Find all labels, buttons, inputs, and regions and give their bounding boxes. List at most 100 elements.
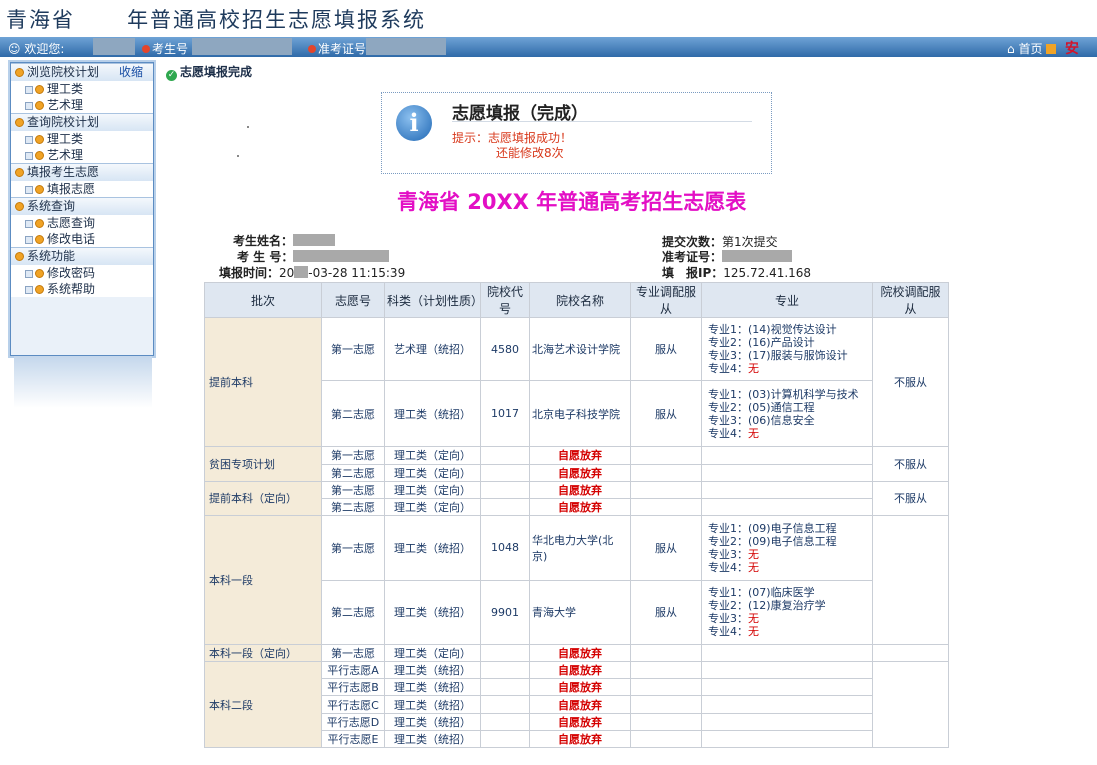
order-cell: 第一志愿 (321, 446, 385, 465)
sidebar-group-system-query[interactable]: 系统查询 (11, 197, 153, 215)
major-obey-cell: 服从 (630, 317, 702, 381)
school-name-cell: 青海大学 (529, 579, 631, 646)
sidebar-item-change-password[interactable]: 修改密码 (11, 265, 153, 281)
sidebar-item-query-science[interactable]: 理工类 (11, 131, 153, 147)
batch-cell: 本科一段 (204, 514, 322, 646)
school-obey-cell (872, 661, 949, 748)
student-name: 考生姓名： (233, 232, 336, 249)
category-cell: 理工类（定向） (384, 644, 481, 663)
sidebar-item-browse-art[interactable]: 艺术理 (11, 97, 153, 113)
school-code-cell: 1017 (480, 379, 530, 448)
category-cell: 艺术理（统招） (384, 317, 481, 381)
school-name-cell: 自愿放弃 (529, 480, 631, 499)
order-cell: 平行志愿D (321, 712, 385, 731)
batch-cell: 贫困专项计划 (204, 446, 322, 482)
submit-time: 填报时间：20 -03-28 11:15:39 (219, 266, 406, 280)
sidebar-item-change-phone[interactable]: 修改电话 (11, 231, 153, 247)
sidebar-item-browse-science[interactable]: 理工类 (11, 81, 153, 97)
sidebar-item-query-art[interactable]: 艺术理 (11, 147, 153, 163)
item-icon (35, 269, 44, 278)
table-row: 本科一段 第一志愿 理工类（统招） 1048 华北电力大学(北京) 服从 专业1… (204, 514, 949, 646)
redacted-user (93, 38, 135, 55)
ticket-no: 准考证号： (662, 248, 793, 265)
collapse-link[interactable]: 收缩 (119, 64, 143, 81)
major-cell (701, 678, 873, 697)
batch-cell: 提前本科（定向） (204, 480, 322, 516)
category-cell: 理工类（统招） (384, 678, 481, 697)
order-cell: 第一志愿 (321, 317, 385, 381)
expand-icon (25, 236, 33, 244)
major-obey-cell (630, 463, 702, 482)
school-obey-cell: 不服从 (872, 480, 949, 516)
table-header-row: 批次 志愿号 科类（计划性质） 院校代号 院校名称 专业调配服从 专业 院校调配… (204, 281, 949, 319)
major-obey-cell (630, 712, 702, 731)
order-cell: 第一志愿 (321, 514, 385, 581)
sidebar-group-system[interactable]: 系统功能 (11, 247, 153, 265)
school-name-cell: 自愿放弃 (529, 678, 631, 697)
order-cell: 平行志愿B (321, 678, 385, 697)
table-row: 提前本科 第一志愿 艺术理（统招） 4580 北海艺术设计学院 服从 专业1：(… (204, 317, 949, 448)
school-name-cell: 自愿放弃 (529, 644, 631, 663)
major-cell: 专业1：(03)计算机科学与技术 专业2：(05)通信工程 专业3：(06)信息安全… (701, 379, 873, 448)
major-obey-cell (630, 695, 702, 714)
expand-icon (25, 152, 33, 160)
page-title: 青海省 20XX 年普通高考招生志愿表 (397, 190, 747, 214)
sidebar-item-volunteer-query[interactable]: 志愿查询 (11, 215, 153, 231)
dot-icon (142, 45, 150, 53)
sidebar-group-fill[interactable]: 填报考生志愿 (11, 163, 153, 181)
order-cell: 第二志愿 (321, 497, 385, 516)
decor-dot (237, 155, 239, 157)
major-cell: 专业1：(09)电子信息工程 专业2：(09)电子信息工程 专业3：无 专业4：无 (701, 514, 873, 581)
group-icon (15, 118, 24, 127)
order-cell: 第一志愿 (321, 480, 385, 499)
exit-icon (1046, 44, 1057, 54)
col-major: 专业 (701, 281, 873, 319)
school-name-cell: 自愿放弃 (529, 497, 631, 516)
expand-icon (25, 286, 33, 294)
major-obey-cell (630, 729, 702, 749)
order-cell: 平行志愿E (321, 729, 385, 749)
major-obey-cell (630, 644, 702, 663)
school-code-cell (480, 729, 530, 749)
sidebar-group-browse[interactable]: 浏览院校计划 收缩 (11, 63, 153, 81)
submit-ip: 填 报IP：125.72.41.168 (662, 266, 812, 280)
item-icon (35, 101, 44, 110)
major-cell (701, 712, 873, 731)
major-cell (701, 729, 873, 749)
item-icon (35, 151, 44, 160)
school-code-cell (480, 695, 530, 714)
decor-dot (247, 126, 249, 128)
school-code-cell (480, 644, 530, 663)
major-cell: 专业1：(07)临床医学 专业2：(12)康复治疗学 专业3：无 专业4：无 (701, 579, 873, 646)
major-cell (701, 446, 873, 465)
sidebar-item-help[interactable]: 系统帮助 (11, 281, 153, 297)
sidebar: 浏览院校计划 收缩 理工类 艺术理 查询院校计划 理工类 艺术理 填报考生志愿 填… (10, 62, 154, 356)
batch-cell: 本科一段（定向） (204, 644, 322, 663)
table-row: 本科二段 平行志愿A 理工类（统招） 自愿放弃 (204, 661, 949, 748)
item-icon (35, 219, 44, 228)
expand-icon (25, 136, 33, 144)
school-code-cell (480, 446, 530, 465)
home-icon: ⌂ (1007, 42, 1015, 56)
exam-no-label: 考生号 (142, 40, 188, 57)
col-school-code: 院校代号 (480, 281, 530, 319)
school-code-cell: 9901 (480, 579, 530, 646)
major-obey-cell (630, 480, 702, 499)
order-cell: 第二志愿 (321, 379, 385, 448)
sidebar-item-fill[interactable]: 填报志愿 (11, 181, 153, 197)
major-obey-cell (630, 497, 702, 516)
redacted-exam-no (192, 38, 292, 55)
safe-exit-link[interactable]: 安 (1065, 38, 1079, 58)
school-obey-cell (872, 644, 949, 663)
order-cell: 平行志愿C (321, 695, 385, 714)
major-cell: 专业1：(14)视觉传达设计 专业2：(16)产品设计 专业3：(17)服装与服饰设… (701, 317, 873, 381)
item-icon (35, 235, 44, 244)
home-link[interactable]: ⌂ 首页 (1007, 40, 1057, 57)
school-obey-cell: 不服从 (872, 446, 949, 482)
sidebar-group-query[interactable]: 查询院校计划 (11, 113, 153, 131)
top-bar: ☺ 欢迎您: 考生号 准考证号 ⌂ 首页 安 (0, 37, 1097, 57)
user-icon: ☺ (8, 42, 21, 56)
order-cell: 平行志愿A (321, 661, 385, 680)
table-row: 贫困专项计划 第一志愿 理工类（定向） 自愿放弃 不服从 (204, 446, 949, 482)
item-icon (35, 135, 44, 144)
